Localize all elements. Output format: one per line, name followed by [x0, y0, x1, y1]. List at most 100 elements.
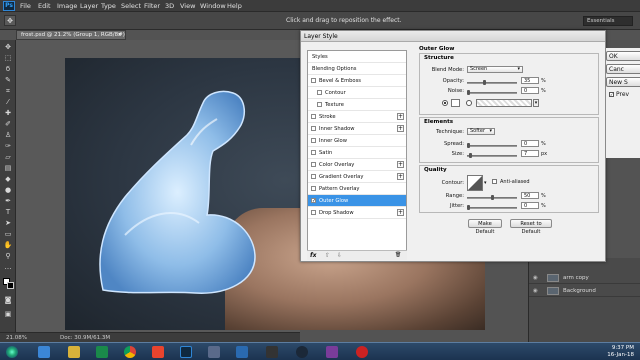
quick-mask-icon[interactable]: ◙ — [3, 296, 13, 305]
menu-help[interactable]: Help — [227, 2, 242, 10]
color-radio[interactable] — [442, 100, 448, 106]
range-value[interactable]: 50 — [521, 192, 539, 199]
slider-knob[interactable] — [467, 143, 470, 148]
spread-value[interactable]: 0 — [521, 140, 539, 147]
app-icon[interactable] — [236, 346, 248, 358]
type-icon[interactable]: T — [3, 208, 13, 217]
app-icon[interactable] — [326, 346, 338, 358]
noise-value[interactable]: 0 — [521, 87, 539, 94]
browser-icon[interactable] — [38, 346, 50, 358]
technique-select[interactable]: Softer ▾ — [467, 128, 495, 135]
styles-item-inner-shadow[interactable]: Inner Shadow + — [308, 123, 406, 135]
checkbox[interactable] — [311, 138, 316, 143]
checkbox[interactable]: ✓ — [311, 198, 316, 204]
layer-row[interactable]: ◉ Background — [529, 285, 640, 297]
add-icon[interactable]: + — [397, 161, 404, 168]
styles-item-pattern-overlay[interactable]: Pattern Overlay — [308, 183, 406, 195]
app-icon[interactable] — [266, 346, 278, 358]
checkbox[interactable] — [311, 126, 316, 131]
checkbox[interactable] — [311, 150, 316, 155]
chevron-down-icon[interactable]: ▾ — [484, 180, 487, 186]
menu-type[interactable]: Type — [101, 2, 116, 10]
move-down-icon[interactable]: ⇩ — [337, 252, 342, 259]
make-default-button[interactable]: Make Default — [468, 219, 502, 235]
styles-item-blending-options[interactable]: Blending Options — [308, 63, 406, 75]
chrome-icon[interactable] — [124, 346, 136, 358]
menu-3d[interactable]: 3D — [165, 2, 174, 10]
size-value[interactable]: 7 — [521, 150, 539, 157]
background-color-swatch[interactable] — [7, 282, 14, 289]
screen-mode-icon[interactable]: ▣ — [3, 310, 13, 319]
move-tool-icon[interactable]: ✥ — [4, 15, 16, 26]
checkbox[interactable] — [311, 78, 316, 83]
shape-icon[interactable]: ▭ — [3, 230, 13, 239]
hand-icon[interactable]: ✋ — [3, 241, 13, 250]
crop-icon[interactable]: ⌗ — [3, 87, 13, 96]
move-icon[interactable]: ✥ — [3, 43, 13, 52]
styles-item-color-overlay[interactable]: Color Overlay + — [308, 159, 406, 171]
eraser-icon[interactable]: ▱ — [3, 153, 13, 162]
checkbox[interactable] — [311, 174, 316, 179]
stamp-icon[interactable]: ♙ — [3, 131, 13, 140]
menu-select[interactable]: Select — [121, 2, 141, 10]
media-icon[interactable] — [96, 346, 108, 358]
menu-window[interactable]: Window — [200, 2, 226, 10]
workspace-switcher[interactable]: Essentials — [583, 16, 633, 26]
app-icon[interactable] — [152, 346, 164, 358]
menu-image[interactable]: Image — [57, 2, 77, 10]
slider-knob[interactable] — [467, 205, 470, 210]
blur-icon[interactable]: ◆ — [3, 175, 13, 184]
menu-view[interactable]: View — [180, 2, 195, 10]
steam-icon[interactable] — [296, 346, 308, 358]
new-style-button[interactable]: New S — [606, 77, 640, 87]
styles-item-bevel-emboss[interactable]: Bevel & Emboss — [308, 75, 406, 87]
add-icon[interactable]: + — [397, 125, 404, 132]
styles-item-styles[interactable]: Styles — [308, 51, 406, 63]
healing-icon[interactable]: ✚ — [3, 109, 13, 118]
slider-knob[interactable] — [467, 90, 470, 95]
folder-icon[interactable] — [68, 346, 80, 358]
blend-mode-select[interactable]: Screen ▾ — [467, 66, 523, 73]
cancel-button[interactable]: Canc — [606, 64, 640, 74]
styles-item-inner-glow[interactable]: Inner Glow — [308, 135, 406, 147]
contour-preview-icon[interactable] — [467, 175, 483, 191]
glow-gradient-picker[interactable] — [476, 99, 532, 107]
glow-color-swatch[interactable] — [451, 99, 460, 107]
slider-knob[interactable] — [490, 195, 494, 200]
dialog-title[interactable]: Layer Style — [301, 31, 605, 42]
antialiased-checkbox[interactable] — [492, 179, 497, 184]
spread-slider[interactable] — [467, 143, 517, 148]
slider-knob[interactable] — [483, 80, 487, 85]
zoom-level[interactable]: 21.08% — [6, 335, 27, 341]
opacity-slider[interactable] — [467, 80, 517, 85]
checkbox[interactable] — [317, 90, 322, 95]
start-icon[interactable] — [6, 346, 18, 358]
jitter-value[interactable]: 0 — [521, 202, 539, 209]
document-tab[interactable]: frost.psd @ 21.2% (Group 1, RGB/8#) * × — [16, 30, 126, 46]
history-brush-icon[interactable]: ✑ — [3, 142, 13, 151]
reset-default-button[interactable]: Reset to Default — [510, 219, 552, 235]
menu-file[interactable]: File — [20, 2, 31, 10]
size-slider[interactable] — [467, 153, 517, 158]
record-icon[interactable] — [356, 346, 368, 358]
preview-checkbox[interactable]: ✓ — [609, 92, 614, 97]
range-slider[interactable] — [467, 195, 517, 200]
zoom-icon[interactable]: ⚲ — [3, 252, 13, 261]
add-icon[interactable]: + — [397, 209, 404, 216]
menu-layer[interactable]: Layer — [80, 2, 98, 10]
dodge-icon[interactable]: ● — [3, 186, 13, 195]
styles-item-gradient-overlay[interactable]: Gradient Overlay + — [308, 171, 406, 183]
add-icon[interactable]: + — [397, 173, 404, 180]
move-up-icon[interactable]: ⇧ — [325, 252, 330, 259]
more-tools-icon[interactable]: … — [3, 263, 13, 272]
menu-filter[interactable]: Filter — [144, 2, 160, 10]
slider-knob[interactable] — [469, 153, 473, 158]
gradient-radio[interactable] — [466, 100, 472, 106]
styles-item-satin[interactable]: Satin — [308, 147, 406, 159]
ok-button[interactable]: OK — [606, 51, 640, 61]
eye-icon[interactable]: ◉ — [533, 285, 538, 297]
gradient-icon[interactable]: ▤ — [3, 164, 13, 173]
checkbox[interactable] — [311, 210, 316, 215]
opacity-value[interactable]: 35 — [521, 77, 539, 84]
styles-item-texture[interactable]: Texture — [308, 99, 406, 111]
